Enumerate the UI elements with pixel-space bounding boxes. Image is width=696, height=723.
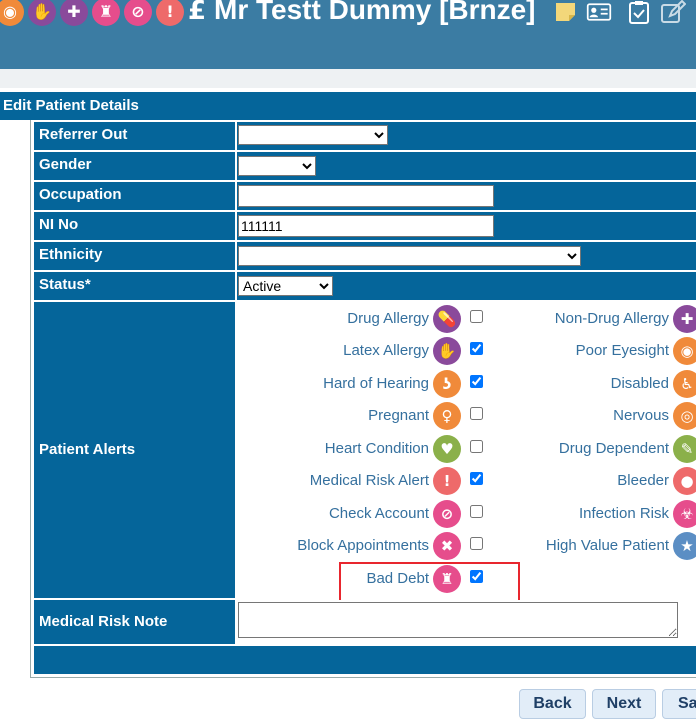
header-divider-strip [0,69,696,88]
edit-icon[interactable] [660,0,686,24]
heart-monitor-icon: ♥ [433,435,461,463]
patient-alerts-label: Patient Alerts [34,302,235,598]
medical-risk-note-textarea[interactable] [238,602,678,638]
alert-label: Medical Risk Alert [309,472,429,489]
star-icon: ★ [673,532,696,560]
vibrate-icon: ◎ [673,402,696,430]
pill-icon: 💊 [433,305,461,333]
panel-left-border [30,120,31,678]
currency-icon: £ [188,0,207,26]
back-button[interactable]: Back [519,689,586,719]
id-card-icon[interactable] [586,0,612,24]
alert-label: Bleeder [617,472,669,489]
alert-label: Pregnant [368,407,429,424]
alert-label: Nervous [613,407,669,424]
syringe-icon: ✎ [673,435,696,463]
status-label: Status* [34,272,235,300]
alert-label: Poor Eyesight [575,342,669,359]
ear-icon: ʖ [433,370,461,398]
blood-drop-icon: ● [673,467,696,495]
panel-footer-bar [34,646,696,674]
alert-checkbox[interactable] [470,342,483,355]
medical-risk-note-label: Medical Risk Note [34,600,235,644]
ethnicity-label: Ethnicity [34,242,235,270]
hand-icon[interactable]: ✋ [28,0,56,26]
ethnicity-select[interactable] [238,246,581,266]
alert-label: Block Appointments [297,537,429,554]
plus-cross-icon: ✚ [673,305,696,333]
alert-label: Hard of Hearing [323,375,429,392]
clipboard-check-icon[interactable] [626,0,652,24]
panel-header: Edit Patient Details [0,92,696,120]
next-button[interactable]: Next [592,689,656,719]
panel-title: Edit Patient Details [3,97,139,114]
patient-header: ◉ ✋ ✚ ♜ ⊘! £ Mr Testt Dummy [Brnze] [0,0,696,69]
occupation-label: Occupation [34,182,235,210]
siren-icon[interactable]: ♜ [92,0,120,26]
alert-label: Latex Allergy [343,342,429,359]
save-button[interactable]: Sa [662,689,696,719]
alert-checkbox[interactable] [470,407,483,420]
alert-label: Disabled [610,375,669,392]
alert-label: Non-Drug Allergy [554,310,669,327]
hand-icon: ✋ [433,337,461,365]
alert-checkbox[interactable] [470,440,483,453]
alert-checkbox[interactable] [470,537,483,550]
alert-checkbox[interactable] [470,505,483,518]
alert-label: Drug Allergy [347,310,429,327]
alert-label: Infection Risk [578,505,669,522]
sticky-note-icon[interactable] [553,0,579,24]
biohazard-icon: ☣ [673,500,696,528]
patient-name: Mr Testt Dummy [Brnze] [214,0,536,25]
eye-icon: ◉ [673,337,696,365]
referrer-out-label: Referrer Out [34,122,235,150]
occupation-input[interactable] [238,185,494,207]
alert-checkbox[interactable] [470,310,483,323]
no-entry-icon: ⊘ [433,500,461,528]
referrer-out-select[interactable] [238,125,388,145]
alert-label: High Value Patient [545,537,669,554]
status-select[interactable]: Active [238,276,333,296]
alert-label: Check Account [328,505,429,522]
wheelchair-icon: ♿ [673,370,696,398]
ni-no-label: NI No [34,212,235,240]
exclamation-icon[interactable]: ! [156,0,184,26]
alert-checkbox[interactable] [470,472,483,485]
pregnant-icon: ♀ [433,402,461,430]
alert-label: Drug Dependent [558,440,669,457]
no-entry-icon[interactable]: ⊘ [124,0,152,26]
gender-label: Gender [34,152,235,180]
exclamation-icon: ! [433,467,461,495]
panel-bottom-border [30,677,696,678]
plus-cross-icon[interactable]: ✚ [60,0,88,26]
bad-debt-highlight-box [339,562,520,605]
alert-label: Heart Condition [324,440,429,457]
eye-icon[interactable]: ◉ [0,0,24,26]
x-icon: ✖ [433,532,461,560]
gender-select[interactable] [238,156,316,176]
ni-no-input[interactable] [238,215,494,237]
alert-checkbox[interactable] [470,375,483,388]
